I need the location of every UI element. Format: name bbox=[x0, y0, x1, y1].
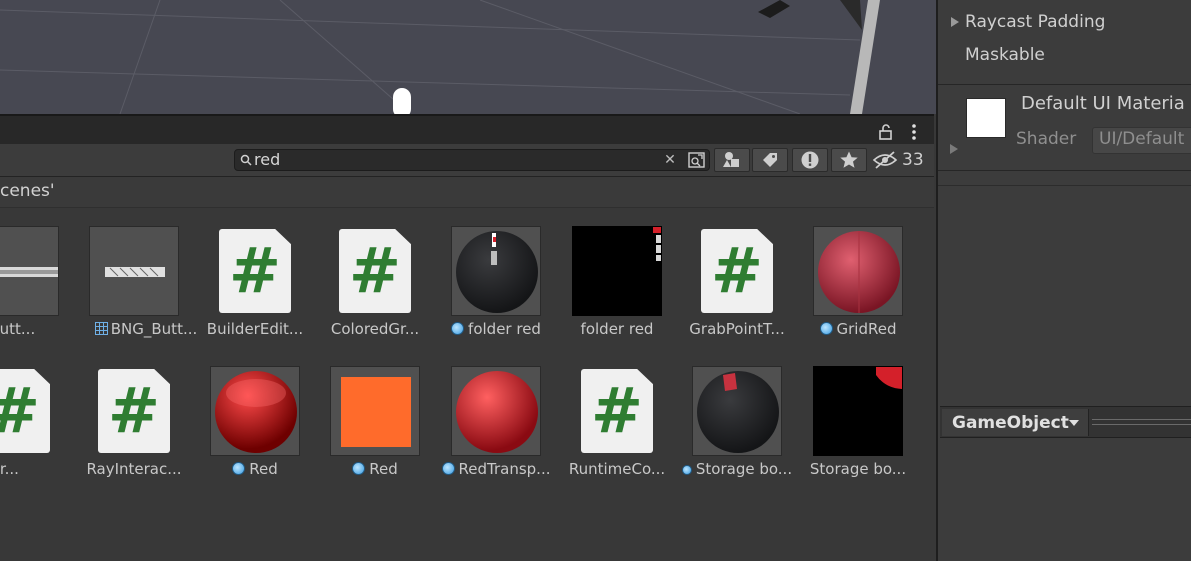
material-icon bbox=[441, 462, 455, 475]
csharp-script-icon: # bbox=[0, 369, 50, 453]
divider bbox=[938, 185, 1191, 186]
maskable-label: Maskable bbox=[965, 45, 1045, 65]
breadcrumb[interactable]: cenes' bbox=[0, 181, 55, 201]
material-icon bbox=[451, 322, 465, 335]
star-icon bbox=[840, 151, 858, 168]
script-thumbnail: # bbox=[89, 366, 179, 456]
material-thumbnail bbox=[330, 366, 420, 456]
divider bbox=[1092, 424, 1191, 425]
asset-label: Storage bo... bbox=[672, 460, 802, 478]
csharp-script-icon: # bbox=[581, 369, 653, 453]
material-thumbnail bbox=[451, 226, 541, 316]
asset-thumbnail bbox=[89, 226, 179, 316]
gameobject-menu-label: GameObject bbox=[952, 413, 1069, 433]
filter-by-log-type-button[interactable] bbox=[792, 148, 828, 172]
shader-value: UI/Default bbox=[1099, 129, 1185, 149]
shader-dropdown[interactable]: UI/Default bbox=[1092, 127, 1191, 154]
panel-header bbox=[0, 114, 934, 144]
asset-label: NG_Butt... bbox=[0, 320, 36, 338]
script-thumbnail: # bbox=[692, 226, 782, 316]
asset-label: folder red bbox=[580, 320, 654, 338]
prefab-grid-icon bbox=[94, 322, 108, 335]
asset-label: GridRed bbox=[793, 320, 923, 338]
script-thumbnail: # bbox=[572, 366, 662, 456]
script-thumbnail: # bbox=[0, 366, 59, 456]
tag-icon bbox=[763, 153, 777, 167]
hidden-packages-toggle[interactable]: 33 bbox=[872, 148, 932, 172]
scene-grid bbox=[0, 0, 936, 114]
asset-label: folder red bbox=[431, 320, 561, 338]
filter-by-label-button[interactable] bbox=[752, 148, 788, 172]
player-capsule[interactable] bbox=[393, 88, 411, 114]
csharp-script-icon: # bbox=[339, 229, 411, 313]
asset-thumbnail bbox=[0, 226, 59, 316]
divider bbox=[1092, 419, 1191, 420]
asset-label: Storage bo... bbox=[809, 460, 907, 478]
search-input[interactable] bbox=[254, 150, 654, 170]
asset-label: Red bbox=[190, 460, 320, 478]
hidden-count: 33 bbox=[902, 150, 924, 170]
search-icon bbox=[240, 154, 252, 166]
texture-thumbnail bbox=[813, 366, 903, 456]
asset-label: BuilderEdit... bbox=[206, 320, 304, 338]
asset-label: RedTransp... bbox=[431, 460, 561, 478]
material-thumbnail bbox=[451, 366, 541, 456]
raycast-padding-label[interactable]: Raycast Padding bbox=[965, 12, 1105, 32]
asset-item[interactable]: GridRed bbox=[813, 226, 934, 352]
asset-item[interactable]: NG_Butt... bbox=[0, 226, 90, 352]
asset-label: ColoredGr... bbox=[330, 320, 420, 338]
search-window-icon[interactable] bbox=[687, 151, 707, 169]
texture-thumbnail bbox=[572, 226, 662, 316]
more-options-icon[interactable] bbox=[906, 123, 922, 141]
material-icon bbox=[352, 462, 366, 475]
material-name: Default UI Materia bbox=[1021, 93, 1185, 114]
filter-by-type-button[interactable] bbox=[714, 148, 750, 172]
divider bbox=[938, 170, 1191, 171]
search-field[interactable]: ✕ bbox=[234, 149, 710, 171]
csharp-script-icon: # bbox=[701, 229, 773, 313]
script-thumbnail: # bbox=[330, 226, 420, 316]
lock-icon[interactable] bbox=[878, 124, 894, 140]
divider bbox=[938, 84, 1191, 85]
asset-item[interactable]: Storage bo... bbox=[810, 366, 934, 492]
project-panel: ✕ bbox=[0, 114, 934, 561]
script-thumbnail: # bbox=[210, 226, 300, 316]
favorites-button[interactable] bbox=[831, 148, 867, 172]
material-icon bbox=[681, 465, 692, 475]
material-thumbnail bbox=[210, 366, 300, 456]
material-thumbnail bbox=[813, 226, 903, 316]
csharp-script-icon: # bbox=[219, 229, 291, 313]
csharp-script-icon: # bbox=[98, 369, 170, 453]
material-icon bbox=[232, 462, 246, 475]
warning-icon bbox=[801, 151, 819, 169]
shapes-icon bbox=[723, 152, 739, 167]
asset-label: RayInterac... bbox=[86, 460, 182, 478]
eye-hidden-icon bbox=[872, 151, 898, 169]
expand-arrow-icon[interactable] bbox=[950, 16, 960, 28]
asset-label: GrabPointT... bbox=[689, 320, 785, 338]
breadcrumb-bar: cenes' bbox=[0, 177, 934, 208]
shader-label: Shader bbox=[1016, 129, 1077, 149]
asset-label: RuntimeCo... bbox=[568, 460, 666, 478]
material-preview bbox=[966, 98, 1006, 138]
asset-label: Red bbox=[310, 460, 440, 478]
chevron-down-icon bbox=[1069, 420, 1079, 426]
gameobject-menu-button[interactable]: GameObject bbox=[942, 409, 1089, 436]
gameobject-toolbar: GameObject bbox=[940, 406, 1191, 438]
project-toolbar: ✕ bbox=[0, 144, 934, 177]
clear-search-icon[interactable]: ✕ bbox=[663, 153, 677, 167]
scene-view[interactable] bbox=[0, 0, 936, 114]
material-thumbnail bbox=[692, 366, 782, 456]
expand-arrow-icon[interactable] bbox=[949, 143, 959, 155]
inspector-panel: Raycast Padding Maskable Default UI Mate… bbox=[936, 0, 1191, 561]
material-icon bbox=[819, 322, 833, 335]
